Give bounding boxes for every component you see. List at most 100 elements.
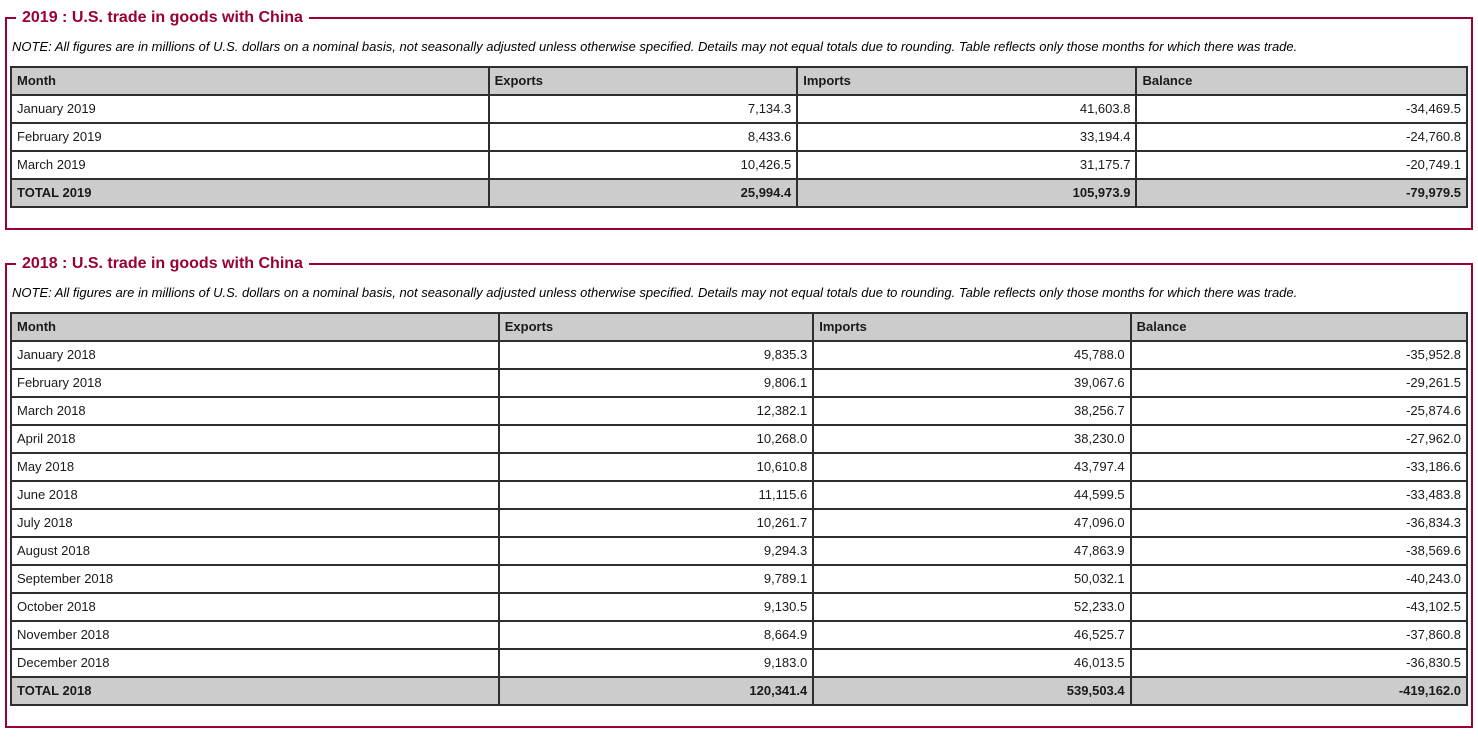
exports-cell: 8,664.9 — [497, 620, 815, 650]
note-text-2018: NOTE: All figures are in millions of U.S… — [12, 285, 1298, 300]
month-cell: June 2018 — [10, 480, 500, 510]
column-header-balance: Balance — [1135, 66, 1468, 96]
balance-cell: -36,830.5 — [1129, 648, 1469, 678]
total-balance-cell: -79,979.5 — [1135, 178, 1468, 208]
month-cell: July 2018 — [10, 508, 500, 538]
exports-cell: 9,835.3 — [497, 340, 815, 370]
month-cell: March 2018 — [10, 396, 500, 426]
month-cell: February 2018 — [10, 368, 500, 398]
month-cell: September 2018 — [10, 564, 500, 594]
table-row: September 2018 9,789.1 50,032.1 -40,243.0 — [10, 564, 1469, 594]
balance-cell: -25,874.6 — [1129, 396, 1469, 426]
exports-cell: 10,610.8 — [497, 452, 815, 482]
column-header-month: Month — [10, 66, 490, 96]
imports-cell: 31,175.7 — [796, 150, 1138, 180]
exports-cell: 9,806.1 — [497, 368, 815, 398]
exports-cell: 9,183.0 — [497, 648, 815, 678]
trade-table-2018: Month Exports Imports Balance January 2018 9… — [10, 312, 1469, 706]
column-header-exports: Exports — [487, 66, 799, 96]
month-cell: May 2018 — [10, 452, 500, 482]
imports-cell: 39,067.6 — [812, 368, 1132, 398]
total-imports-cell: 539,503.4 — [812, 676, 1132, 706]
total-row: TOTAL 2019 25,994.4 105,973.9 -79,979.5 — [10, 178, 1468, 208]
column-header-imports: Imports — [796, 66, 1138, 96]
exports-cell: 9,294.3 — [497, 536, 815, 566]
balance-cell: -24,760.8 — [1135, 122, 1468, 152]
month-cell: December 2018 — [10, 648, 500, 678]
exports-cell: 7,134.3 — [487, 94, 799, 124]
table-row: March 2019 10,426.5 31,175.7 -20,749.1 — [10, 150, 1468, 180]
table-row: May 2018 10,610.8 43,797.4 -33,186.6 — [10, 452, 1469, 482]
table-row: June 2018 11,115.6 44,599.5 -33,483.8 — [10, 480, 1469, 510]
month-cell: January 2019 — [10, 94, 490, 124]
balance-cell: -43,102.5 — [1129, 592, 1469, 622]
fieldset-2019: 2019 : U.S. trade in goods with China NO… — [5, 9, 1473, 230]
column-header-balance: Balance — [1129, 312, 1469, 342]
table-header-row: Month Exports Imports Balance — [10, 312, 1469, 342]
imports-cell: 52,233.0 — [812, 592, 1132, 622]
exports-cell: 11,115.6 — [497, 480, 815, 510]
table-row: November 2018 8,664.9 46,525.7 -37,860.8 — [10, 620, 1469, 650]
table-row: January 2018 9,835.3 45,788.0 -35,952.8 — [10, 340, 1469, 370]
total-month-cell: TOTAL 2019 — [10, 178, 490, 208]
total-exports-cell: 25,994.4 — [487, 178, 799, 208]
exports-cell: 10,426.5 — [487, 150, 799, 180]
total-imports-cell: 105,973.9 — [796, 178, 1138, 208]
month-cell: April 2018 — [10, 424, 500, 454]
column-header-month: Month — [10, 312, 500, 342]
table-row: January 2019 7,134.3 41,603.8 -34,469.5 — [10, 94, 1468, 124]
balance-cell: -35,952.8 — [1129, 340, 1469, 370]
exports-cell: 9,789.1 — [497, 564, 815, 594]
month-cell: March 2019 — [10, 150, 490, 180]
month-cell: October 2018 — [10, 592, 500, 622]
fieldset-legend-2018: 2018 : U.S. trade in goods with China — [22, 255, 303, 272]
trade-balance-page: 2019 : U.S. trade in goods with China NO… — [0, 0, 1478, 728]
imports-cell: 41,603.8 — [796, 94, 1138, 124]
total-row: TOTAL 2018 120,341.4 539,503.4 -419,162.0 — [10, 676, 1469, 706]
balance-cell: -40,243.0 — [1129, 564, 1469, 594]
exports-cell: 9,130.5 — [497, 592, 815, 622]
fieldset-legend-2019: 2019 : U.S. trade in goods with China — [22, 9, 303, 26]
imports-cell: 43,797.4 — [812, 452, 1132, 482]
month-cell: February 2019 — [10, 122, 490, 152]
balance-cell: -33,483.8 — [1129, 480, 1469, 510]
trade-table-2019: Month Exports Imports Balance January 2019 7… — [10, 66, 1468, 208]
balance-cell: -20,749.1 — [1135, 150, 1468, 180]
total-month-cell: TOTAL 2018 — [10, 676, 500, 706]
exports-cell: 10,261.7 — [497, 508, 815, 538]
balance-cell: -36,834.3 — [1129, 508, 1469, 538]
imports-cell: 44,599.5 — [812, 480, 1132, 510]
balance-cell: -37,860.8 — [1129, 620, 1469, 650]
column-header-imports: Imports — [812, 312, 1132, 342]
month-cell: November 2018 — [10, 620, 500, 650]
exports-cell: 10,268.0 — [497, 424, 815, 454]
table-row: December 2018 9,183.0 46,013.5 -36,830.5 — [10, 648, 1469, 678]
table-row: March 2018 12,382.1 38,256.7 -25,874.6 — [10, 396, 1469, 426]
month-cell: January 2018 — [10, 340, 500, 370]
total-balance-cell: -419,162.0 — [1129, 676, 1469, 706]
table-row: July 2018 10,261.7 47,096.0 -36,834.3 — [10, 508, 1469, 538]
imports-cell: 47,096.0 — [812, 508, 1132, 538]
imports-cell: 33,194.4 — [796, 122, 1138, 152]
table-header-row: Month Exports Imports Balance — [10, 66, 1468, 96]
imports-cell: 50,032.1 — [812, 564, 1132, 594]
balance-cell: -27,962.0 — [1129, 424, 1469, 454]
imports-cell: 46,013.5 — [812, 648, 1132, 678]
table-row: February 2019 8,433.6 33,194.4 -24,760.8 — [10, 122, 1468, 152]
month-cell: August 2018 — [10, 536, 500, 566]
balance-cell: -38,569.6 — [1129, 536, 1469, 566]
balance-cell: -29,261.5 — [1129, 368, 1469, 398]
balance-cell: -33,186.6 — [1129, 452, 1469, 482]
note-text-2019: NOTE: All figures are in millions of U.S… — [12, 39, 1298, 54]
table-row: August 2018 9,294.3 47,863.9 -38,569.6 — [10, 536, 1469, 566]
exports-cell: 8,433.6 — [487, 122, 799, 152]
total-exports-cell: 120,341.4 — [497, 676, 815, 706]
imports-cell: 47,863.9 — [812, 536, 1132, 566]
table-row: February 2018 9,806.1 39,067.6 -29,261.5 — [10, 368, 1469, 398]
table-row: October 2018 9,130.5 52,233.0 -43,102.5 — [10, 592, 1469, 622]
balance-cell: -34,469.5 — [1135, 94, 1468, 124]
imports-cell: 38,230.0 — [812, 424, 1132, 454]
imports-cell: 45,788.0 — [812, 340, 1132, 370]
exports-cell: 12,382.1 — [497, 396, 815, 426]
column-header-exports: Exports — [497, 312, 815, 342]
